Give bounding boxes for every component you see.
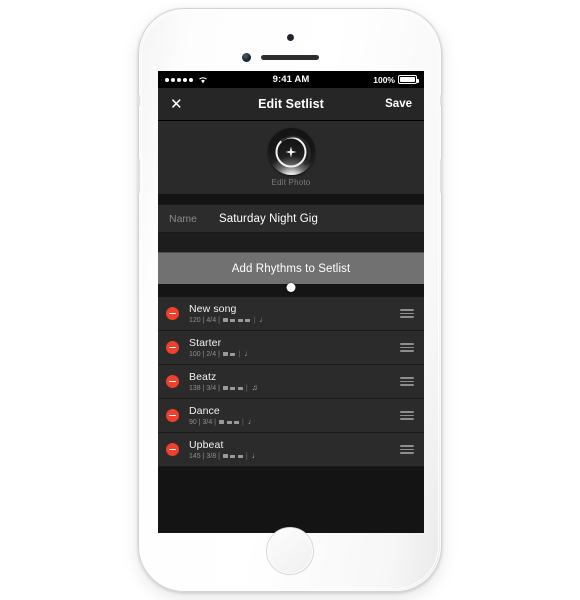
antenna-line-left-mid (138, 159, 140, 193)
antenna-line-left-top (138, 95, 140, 106)
edit-photo-section[interactable]: Edit Photo (158, 121, 424, 194)
remove-minus-icon[interactable] (166, 307, 179, 320)
list-empty-area (158, 467, 424, 533)
note-value-icon: ♩ (244, 349, 253, 358)
section-divider-mid (158, 233, 424, 252)
row-text: Beatz 138 | 3/4 | | ♫ (189, 371, 400, 392)
close-icon[interactable]: ✕ (170, 97, 183, 112)
row-text: New song 120 | 4/4 | | ♩ (189, 303, 400, 324)
name-field-row[interactable]: Name Saturday Night Gig (158, 204, 424, 233)
row-title: Starter (189, 337, 222, 349)
remove-minus-icon[interactable] (166, 341, 179, 354)
bar-count-icon (222, 385, 243, 391)
antenna-line-right-top (440, 95, 442, 106)
name-input[interactable]: Saturday Night Gig (219, 213, 318, 225)
iphone-device: 9:41 AM 100% ✕ Edit Setlist Save Edit Ph… (138, 8, 442, 592)
setlist-rows: New song 120 | 4/4 | | ♩ Starter 100 | 2… (158, 297, 424, 467)
remove-minus-icon[interactable] (166, 409, 179, 422)
drag-handle-icon[interactable] (400, 377, 414, 386)
note-value-icon: ♫ (251, 383, 258, 392)
table-row-0[interactable]: New song 120 | 4/4 | | ♩ (158, 297, 424, 331)
proximity-sensor-icon (287, 34, 294, 41)
row-meta: 138 | 3/4 | | ♫ (189, 383, 258, 392)
row-meta: 90 | 3/4 | | ♩ (189, 417, 256, 426)
earpiece-speaker-icon (261, 55, 319, 60)
drag-handle-icon[interactable] (400, 445, 414, 454)
home-button[interactable] (266, 527, 314, 575)
status-bar: 9:41 AM 100% (158, 71, 424, 88)
add-rhythms-button[interactable]: Add Rhythms to Setlist (158, 252, 424, 292)
page-title: Edit Setlist (258, 97, 324, 111)
table-row-3[interactable]: Dance 90 | 3/4 | | ♩ (158, 399, 424, 433)
drag-handle-icon[interactable] (400, 309, 414, 318)
row-text: Upbeat 145 | 3/8 | | ♩ (189, 439, 400, 460)
sparkle-icon (285, 146, 297, 157)
save-button[interactable]: Save (385, 98, 412, 110)
front-camera-icon (242, 53, 251, 62)
bar-count-icon (222, 351, 236, 357)
row-title: Dance (189, 405, 220, 417)
section-divider-top (158, 194, 424, 204)
drag-handle-icon[interactable] (400, 343, 414, 352)
edit-photo-label: Edit Photo (271, 178, 311, 187)
row-meta: 100 | 2/4 | | ♩ (189, 349, 253, 358)
add-rhythms-label: Add Rhythms to Setlist (231, 262, 351, 275)
note-value-icon: ♩ (259, 315, 268, 324)
battery-icon (398, 75, 419, 84)
phone-screen: 9:41 AM 100% ✕ Edit Setlist Save Edit Ph… (158, 71, 424, 533)
navigation-bar: ✕ Edit Setlist Save (158, 88, 424, 121)
note-value-icon: ♩ (247, 417, 256, 426)
drag-handle-icon[interactable] (400, 411, 414, 420)
screenshot-stage: 9:41 AM 100% ✕ Edit Setlist Save Edit Ph… (0, 0, 580, 600)
table-row-2[interactable]: Beatz 138 | 3/4 | | ♫ (158, 365, 424, 399)
row-meta: 120 | 4/4 | | ♩ (189, 315, 268, 324)
antenna-line-right-mid (440, 159, 442, 193)
table-row-1[interactable]: Starter 100 | 2/4 | | ♩ (158, 331, 424, 365)
row-meta: 145 | 3/8 | | ♩ (189, 451, 260, 460)
pointer-dot-indicator (286, 283, 296, 292)
remove-minus-icon[interactable] (166, 443, 179, 456)
name-label: Name (169, 212, 198, 225)
bar-count-icon (219, 419, 239, 425)
row-text: Dance 90 | 3/4 | | ♩ (189, 405, 400, 426)
row-title: New song (189, 303, 237, 315)
row-title: Beatz (189, 371, 217, 383)
bar-count-icon (222, 453, 243, 459)
note-value-icon: ♩ (251, 451, 260, 460)
bar-count-icon (222, 317, 251, 323)
table-row-4[interactable]: Upbeat 145 | 3/8 | | ♩ (158, 433, 424, 467)
app-logo-icon[interactable] (267, 128, 315, 175)
row-text: Starter 100 | 2/4 | | ♩ (189, 337, 400, 358)
row-title: Upbeat (189, 439, 224, 451)
status-bar-clock: 9:41 AM (272, 74, 310, 85)
remove-minus-icon[interactable] (166, 375, 179, 388)
